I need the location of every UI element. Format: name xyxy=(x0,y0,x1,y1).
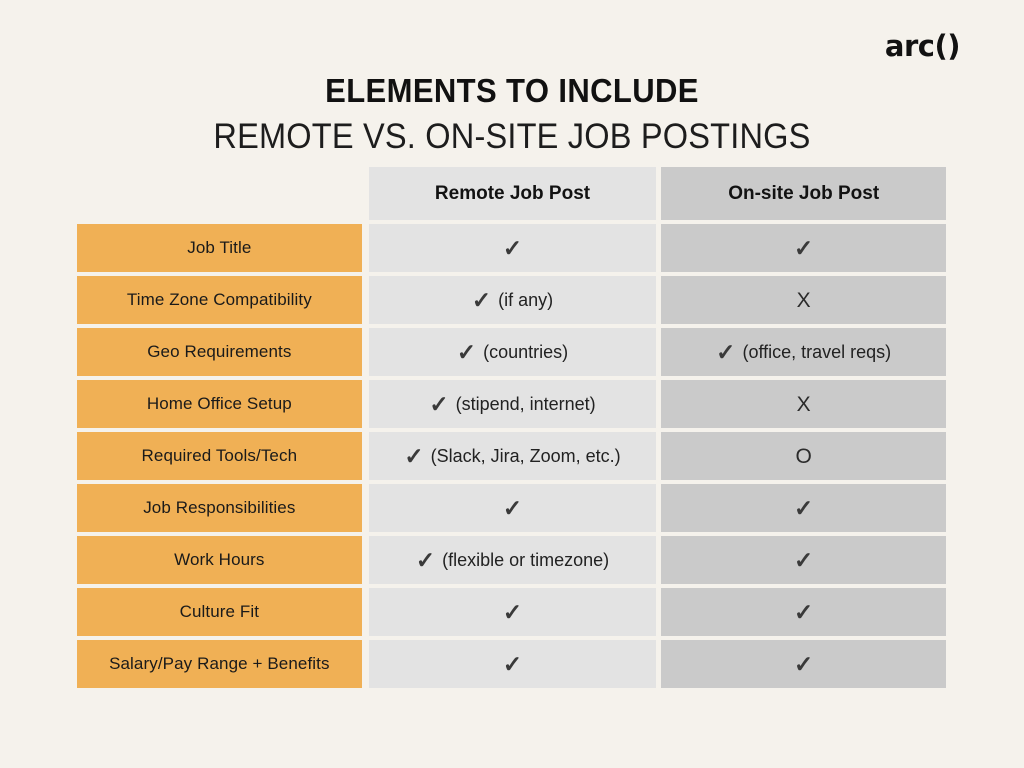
remote-value-cell: ✓ xyxy=(368,640,657,688)
row-label-cell: Job Title xyxy=(77,224,362,272)
cell-note: (countries) xyxy=(483,342,569,362)
row-label-cell: Home Office Setup xyxy=(77,380,362,428)
check-icon: ✓ xyxy=(502,650,523,677)
header-cell-onsite: On-site Job Post xyxy=(661,167,947,220)
table-row: Work Hours ✓ (flexible or timezone) ✓ xyxy=(77,536,947,584)
cell-content: ✓ (stipend, internet) xyxy=(429,390,596,417)
check-icon: ✓ xyxy=(502,494,523,521)
header-cell-remote: Remote Job Post xyxy=(368,167,657,220)
onsite-value-cell: ✓ xyxy=(661,484,947,532)
table-row: Salary/Pay Range + Benefits ✓ ✓ xyxy=(77,640,947,688)
remote-value-cell: ✓ xyxy=(368,588,657,636)
cell-content: ✓ (if any) xyxy=(471,286,554,313)
onsite-value-cell: X xyxy=(661,276,947,324)
check-icon: ✓ xyxy=(404,442,424,469)
header-cell-element xyxy=(77,167,362,220)
page-title: ELEMENTS TO INCLUDE xyxy=(325,72,699,109)
cell-content: X xyxy=(797,394,811,415)
circle-icon: O xyxy=(795,444,812,468)
onsite-value-cell: ✓ (office, travel reqs) xyxy=(661,328,947,376)
row-label-cell: Work Hours xyxy=(77,536,362,584)
remote-value-cell: ✓ (Slack, Jira, Zoom, etc.) xyxy=(368,432,657,480)
check-icon: ✓ xyxy=(429,390,449,417)
remote-value-cell: ✓ (countries) xyxy=(368,328,657,376)
table-row: Required Tools/Tech ✓ (Slack, Jira, Zoom, … xyxy=(77,432,947,480)
table-header-row: Remote Job Post On-site Job Post xyxy=(77,167,947,220)
cell-content: ✓ (office, travel reqs) xyxy=(716,338,892,365)
cell-content: ✓ xyxy=(502,598,523,625)
check-icon: ✓ xyxy=(794,494,814,521)
onsite-value-cell: ✓ xyxy=(661,588,947,636)
onsite-value-cell: ✓ xyxy=(661,640,947,688)
row-label-cell: Salary/Pay Range + Benefits xyxy=(77,640,362,688)
cell-content: ✓ xyxy=(794,494,814,521)
check-icon: ✓ xyxy=(794,598,814,625)
onsite-value-cell: X xyxy=(661,380,947,428)
table-body: Job Title ✓ ✓ Time Zone Compatibility ✓ (if a… xyxy=(77,224,947,688)
onsite-value-cell: O xyxy=(661,432,947,480)
table-row: Job Title ✓ ✓ xyxy=(77,224,947,272)
check-icon: ✓ xyxy=(502,234,523,261)
cross-icon: X xyxy=(796,288,811,312)
cell-content: O xyxy=(796,446,812,467)
cell-content: ✓ xyxy=(502,650,523,677)
check-icon: ✓ xyxy=(794,650,814,677)
table-row: Geo Requirements ✓ (countries) ✓ (office, tr… xyxy=(77,328,947,376)
onsite-value-cell: ✓ xyxy=(661,224,947,272)
row-label-cell: Geo Requirements xyxy=(77,328,362,376)
cell-content: ✓ xyxy=(794,234,814,261)
cell-content: ✓ xyxy=(502,494,523,521)
cell-note: (Slack, Jira, Zoom, etc.) xyxy=(430,446,621,466)
row-label-cell: Required Tools/Tech xyxy=(77,432,362,480)
cell-content: X xyxy=(797,290,811,311)
remote-value-cell: ✓ (stipend, internet) xyxy=(368,380,657,428)
comparison-table: Remote Job Post On-site Job Post Job Tit… xyxy=(77,167,947,688)
cell-content: ✓ (flexible or timezone) xyxy=(415,546,610,573)
cell-content: ✓ xyxy=(794,546,814,573)
table-row: Home Office Setup ✓ (stipend, internet) X xyxy=(77,380,947,428)
remote-value-cell: ✓ xyxy=(368,224,657,272)
cell-content: ✓ (Slack, Jira, Zoom, etc.) xyxy=(404,442,621,469)
remote-value-cell: ✓ xyxy=(368,484,657,532)
check-icon: ✓ xyxy=(716,338,736,365)
title-block: ELEMENTS TO INCLUDE REMOTE VS. ON-SITE J… xyxy=(0,72,1024,158)
cell-note: (flexible or timezone) xyxy=(442,550,610,570)
check-icon: ✓ xyxy=(794,546,814,573)
arc-logo: arc() xyxy=(884,29,961,63)
cell-note: (stipend, internet) xyxy=(455,394,596,414)
cell-note: (office, travel reqs) xyxy=(742,342,892,362)
page-subtitle: REMOTE VS. ON-SITE JOB POSTINGS xyxy=(213,116,811,156)
row-label-cell: Job Responsibilities xyxy=(77,484,362,532)
check-icon: ✓ xyxy=(415,546,436,573)
row-label-cell: Culture Fit xyxy=(77,588,362,636)
check-icon: ✓ xyxy=(502,598,523,625)
cell-content: ✓ xyxy=(794,650,814,677)
check-icon: ✓ xyxy=(794,234,814,261)
check-icon: ✓ xyxy=(456,338,477,365)
row-label-cell: Time Zone Compatibility xyxy=(77,276,362,324)
table-row: Job Responsibilities ✓ ✓ xyxy=(77,484,947,532)
table-row: Time Zone Compatibility ✓ (if any) X xyxy=(77,276,947,324)
cell-note: (if any) xyxy=(498,290,554,310)
cell-content: ✓ xyxy=(794,598,814,625)
remote-value-cell: ✓ (flexible or timezone) xyxy=(368,536,657,584)
cell-content: ✓ xyxy=(502,234,523,261)
cell-content: ✓ (countries) xyxy=(456,338,569,365)
cross-icon: X xyxy=(796,392,811,416)
remote-value-cell: ✓ (if any) xyxy=(368,276,657,324)
onsite-value-cell: ✓ xyxy=(661,536,947,584)
table-row: Culture Fit ✓ ✓ xyxy=(77,588,947,636)
check-icon: ✓ xyxy=(471,286,492,313)
